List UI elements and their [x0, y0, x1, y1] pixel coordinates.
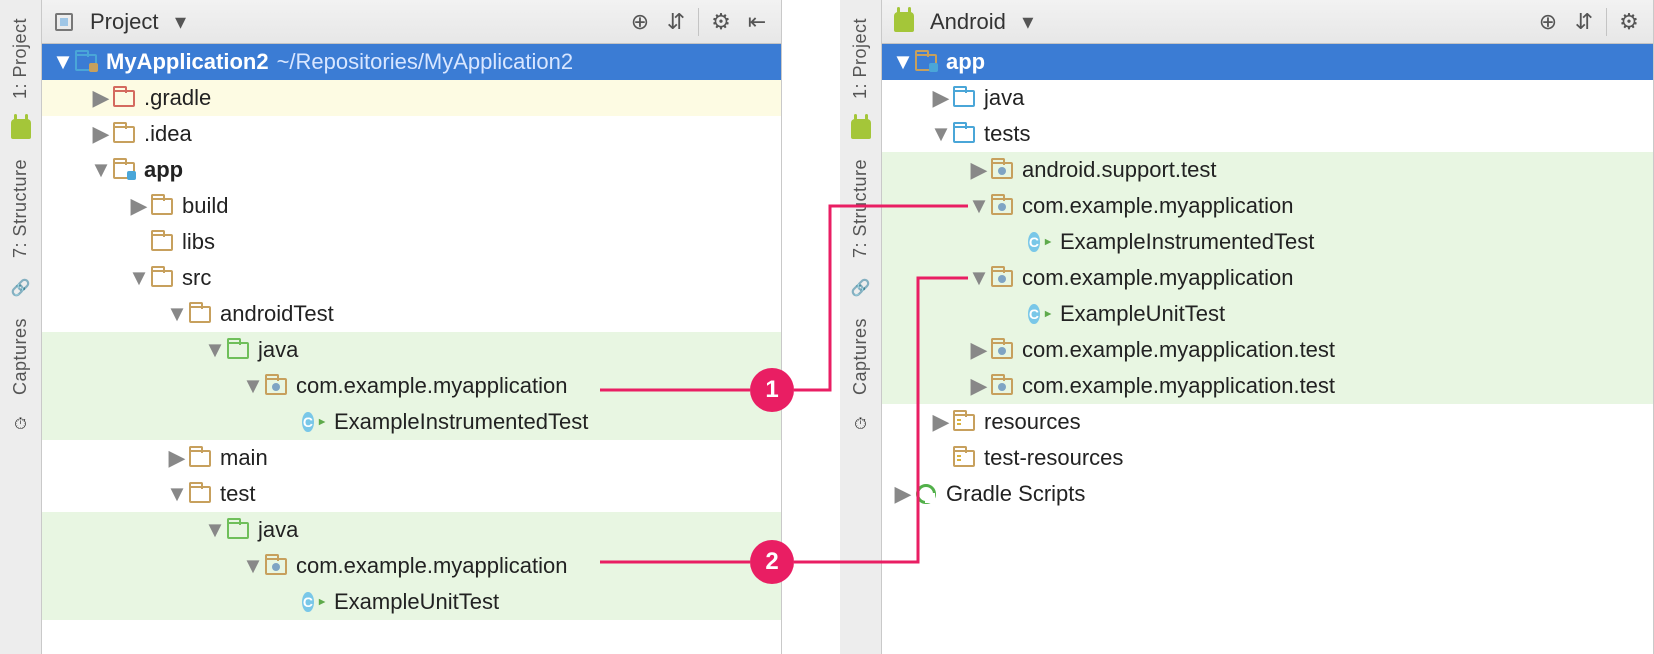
structure-icon: 🔗 — [849, 276, 873, 300]
tree-label: libs — [182, 229, 215, 255]
tree-label: src — [182, 265, 211, 291]
target-icon[interactable]: ⊕ — [626, 8, 654, 36]
gear-icon[interactable]: ⚙ — [1615, 8, 1643, 36]
gear-icon[interactable]: ⚙ — [707, 8, 735, 36]
tree-label: app — [946, 49, 985, 75]
tree-row[interactable]: libs — [42, 224, 781, 260]
callout-1: 1 — [750, 368, 794, 412]
tree-row[interactable]: ▶android.support.test — [882, 152, 1653, 188]
tree-label: com.example.myapplication — [296, 553, 567, 579]
project-panel: 1: Project 7: Structure 🔗 Captures ⏱ Pro… — [0, 0, 782, 654]
tree-label: java — [258, 517, 298, 543]
android-tree[interactable]: ▼app▶java▼tests▶android.support.test▼com… — [882, 44, 1653, 654]
tree-label: ExampleInstrumentedTest — [334, 409, 588, 435]
android-icon — [849, 117, 873, 141]
callout-2: 2 — [750, 540, 794, 584]
tree-label: resources — [984, 409, 1081, 435]
android-view-icon — [892, 11, 916, 33]
tree-label: test — [220, 481, 255, 507]
tab-captures[interactable]: Captures — [850, 306, 871, 407]
tree-row[interactable]: ▼com.example.myapplication — [882, 188, 1653, 224]
tree-label: java — [984, 85, 1024, 111]
tree-row[interactable]: CExampleInstrumentedTest — [42, 404, 781, 440]
tree-row[interactable]: ▶.idea — [42, 116, 781, 152]
android-view-title[interactable]: Android — [930, 9, 1006, 35]
tree-row[interactable]: ▼com.example.myapplication — [42, 548, 781, 584]
tree-row[interactable]: ▼com.example.myapplication — [42, 368, 781, 404]
android-panel: 1: Project 7: Structure 🔗 Captures ⏱ And… — [840, 0, 1654, 654]
left-gutter: 1: Project 7: Structure 🔗 Captures ⏱ — [0, 0, 42, 654]
target-icon[interactable]: ⊕ — [1534, 8, 1562, 36]
tree-row[interactable]: ▶com.example.myapplication.test — [882, 332, 1653, 368]
tab-project[interactable]: 1: Project — [850, 6, 871, 111]
tree-label: .idea — [144, 121, 192, 147]
tab-captures[interactable]: Captures — [10, 306, 31, 407]
tree-row[interactable]: ▶Gradle Scripts — [882, 476, 1653, 512]
tree-label: main — [220, 445, 268, 471]
project-header: Project ▾ ⊕ ⇵ ⚙ ⇤ — [42, 0, 781, 44]
tab-project[interactable]: 1: Project — [10, 6, 31, 111]
tree-label: ExampleUnitTest — [1060, 301, 1225, 327]
tree-row[interactable]: ▶main — [42, 440, 781, 476]
tree-row[interactable]: ▼src — [42, 260, 781, 296]
tree-label: com.example.myapplication.test — [1022, 373, 1335, 399]
captures-icon: ⏱ — [849, 413, 873, 437]
tree-label: app — [144, 157, 183, 183]
tree-label: androidTest — [220, 301, 334, 327]
tree-row[interactable]: ▶com.example.myapplication.test — [882, 368, 1653, 404]
project-view-icon — [52, 11, 76, 33]
tree-label: .gradle — [144, 85, 211, 111]
collapse-icon[interactable]: ⇵ — [662, 8, 690, 36]
tree-label: android.support.test — [1022, 157, 1216, 183]
tree-row[interactable]: ▶build — [42, 188, 781, 224]
tree-label: Gradle Scripts — [946, 481, 1085, 507]
tree-row[interactable]: ▼java — [42, 332, 781, 368]
tree-label: build — [182, 193, 228, 219]
structure-icon: 🔗 — [9, 276, 33, 300]
tree-row[interactable]: ▶java — [882, 80, 1653, 116]
collapse-icon[interactable]: ⇵ — [1570, 8, 1598, 36]
android-icon — [9, 117, 33, 141]
tree-row[interactable]: ▼app — [882, 44, 1653, 80]
tree-row[interactable]: CExampleInstrumentedTest — [882, 224, 1653, 260]
tree-path: ~/Repositories/MyApplication2 — [277, 49, 574, 75]
tree-label: com.example.myapplication.test — [1022, 337, 1335, 363]
tree-label: ExampleUnitTest — [334, 589, 499, 615]
tree-label: java — [258, 337, 298, 363]
tree-label: ExampleInstrumentedTest — [1060, 229, 1314, 255]
tree-label: com.example.myapplication — [1022, 193, 1293, 219]
project-tree[interactable]: ▼MyApplication2~/Repositories/MyApplicat… — [42, 44, 781, 654]
tree-row[interactable]: ▼tests — [882, 116, 1653, 152]
tree-row[interactable]: ▼com.example.myapplication — [882, 260, 1653, 296]
tab-structure[interactable]: 7: Structure — [850, 147, 871, 270]
tree-label: com.example.myapplication — [296, 373, 567, 399]
tree-row[interactable]: CExampleUnitTest — [42, 584, 781, 620]
captures-icon: ⏱ — [9, 413, 33, 437]
chevron-down-icon[interactable]: ▾ — [166, 8, 194, 36]
right-gutter: 1: Project 7: Structure 🔗 Captures ⏱ — [840, 0, 882, 654]
tree-row[interactable]: CExampleUnitTest — [882, 296, 1653, 332]
hide-icon[interactable]: ⇤ — [743, 8, 771, 36]
tree-row[interactable]: ▼androidTest — [42, 296, 781, 332]
project-view-title[interactable]: Project — [90, 9, 158, 35]
tree-label: tests — [984, 121, 1030, 147]
tree-label: com.example.myapplication — [1022, 265, 1293, 291]
tree-row[interactable]: test-resources — [882, 440, 1653, 476]
tree-row[interactable]: ▼test — [42, 476, 781, 512]
tree-row[interactable]: ▶.gradle — [42, 80, 781, 116]
tree-row[interactable]: ▼app — [42, 152, 781, 188]
tree-row[interactable]: ▼MyApplication2~/Repositories/MyApplicat… — [42, 44, 781, 80]
android-header: Android ▾ ⊕ ⇵ ⚙ — [882, 0, 1653, 44]
tree-label: MyApplication2 — [106, 49, 269, 75]
tree-row[interactable]: ▼java — [42, 512, 781, 548]
chevron-down-icon[interactable]: ▾ — [1014, 8, 1042, 36]
tree-row[interactable]: ▶resources — [882, 404, 1653, 440]
tree-label: test-resources — [984, 445, 1123, 471]
tab-structure[interactable]: 7: Structure — [10, 147, 31, 270]
